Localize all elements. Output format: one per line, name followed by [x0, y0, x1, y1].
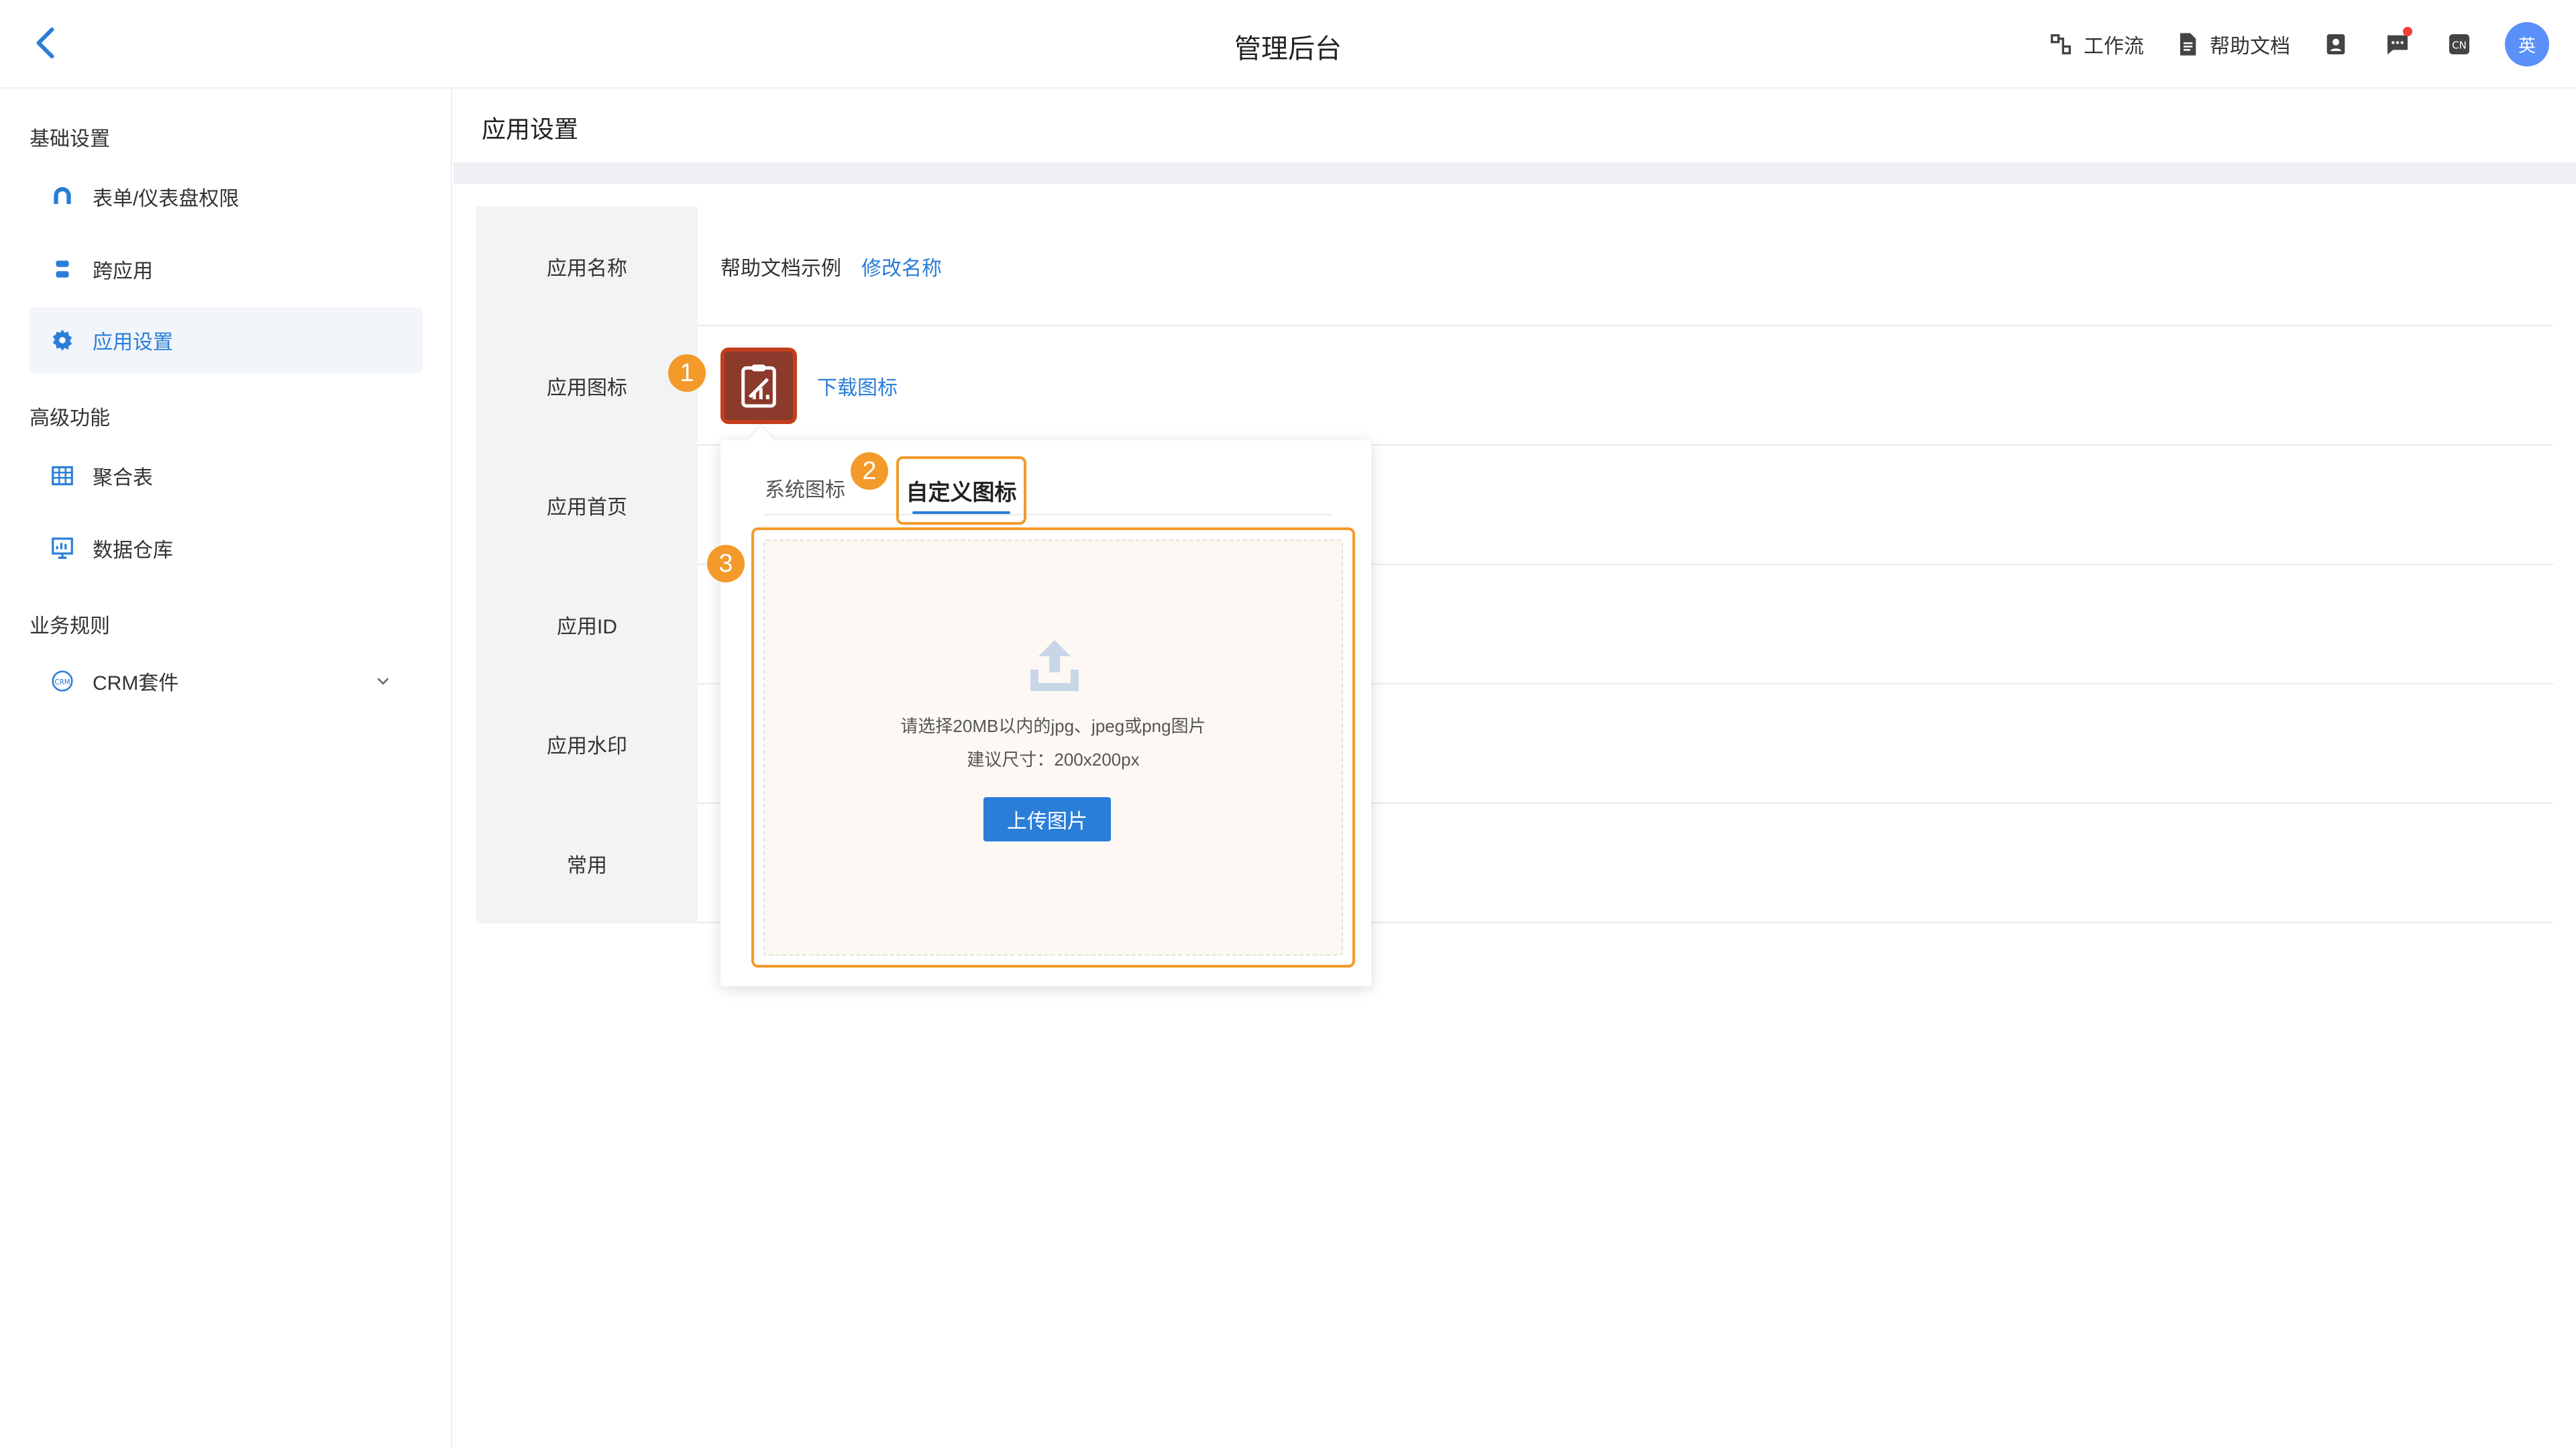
upload-dropzone[interactable]: 请选择20MB以内的jpg、jpeg或png图片 建议尺寸：200x200px …	[763, 539, 1343, 955]
sidebar-item-aggregate-table[interactable]: 聚合表	[30, 443, 423, 509]
active-tab-indicator	[912, 511, 1010, 514]
back-button[interactable]	[27, 23, 67, 63]
sidebar-item-label: 应用设置	[93, 331, 173, 354]
gear-icon	[52, 329, 72, 351]
download-icon-link[interactable]: 下载图标	[817, 371, 898, 401]
row-label: 常用	[476, 804, 698, 923]
upload-highlight-frame: 请选择20MB以内的jpg、jpeg或png图片 建议尺寸：200x200px …	[751, 527, 1355, 968]
language-button[interactable]: CN	[2443, 28, 2475, 60]
workflow-icon	[2051, 34, 2071, 54]
upload-hint-text: 请选择20MB以内的jpg、jpeg或png图片	[900, 716, 1206, 736]
sidebar: 基础设置 表单/仪表盘权限 跨应用 应用设置 高级功能 聚合表 数据仓库 业务规…	[0, 89, 452, 1448]
sidebar-item-label: 表单/仪表盘权限	[93, 188, 239, 210]
sidebar-item-label: CRM套件	[93, 672, 179, 694]
row-label: 应用首页	[476, 446, 698, 565]
messages-button[interactable]	[2381, 27, 2414, 60]
sidebar-item-label: 数据仓库	[93, 539, 173, 562]
sidebar-item-label: 跨应用	[93, 260, 153, 282]
tab-custom-label: 自定义图标	[906, 480, 1017, 505]
upload-image-button[interactable]: 上传图片	[983, 797, 1111, 841]
top-right-actions: 工作流 帮助文档 CN 英	[2047, 20, 2549, 68]
row-label: 应用图标	[476, 326, 698, 446]
icon-picker-popover: 系统图标 自定义图标 请选择20MB以内的jpg、jpeg或png图片 建议尺寸…	[720, 427, 1371, 986]
cross-app-icon	[56, 260, 69, 278]
workflow-label: 工作流	[2084, 36, 2144, 58]
upload-size-text: 建议尺寸：200x200px	[967, 749, 1140, 770]
language-cn-icon: CN	[2449, 34, 2469, 54]
data-warehouse-icon	[52, 537, 73, 559]
sidebar-group-title: 基础设置	[30, 128, 110, 150]
tab-custom-icon[interactable]: 自定义图标	[896, 456, 1026, 525]
app-name-value: 帮助文档示例	[720, 258, 841, 280]
user-avatar[interactable]: 英	[2505, 22, 2549, 66]
top-bar: 管理后台 工作流 帮助文档 CN 英	[0, 0, 2576, 89]
svg-text:CN: CN	[2452, 40, 2467, 52]
step-marker-2: 2	[851, 452, 888, 490]
sidebar-item-data-warehouse[interactable]: 数据仓库	[30, 515, 423, 581]
svg-text:CRM: CRM	[54, 678, 70, 686]
contacts-button[interactable]	[2320, 28, 2352, 60]
workflow-link[interactable]: 工作流	[2047, 30, 2144, 59]
sidebar-item-cross-app[interactable]: 跨应用	[30, 236, 423, 302]
notification-dot	[2403, 27, 2412, 36]
help-docs-label: 帮助文档	[2210, 36, 2290, 58]
rename-link[interactable]: 修改名称	[861, 252, 942, 281]
sidebar-item-label: 聚合表	[93, 467, 153, 489]
row-label: 应用ID	[476, 565, 698, 684]
clipboard-chart-icon	[741, 364, 776, 408]
form-row-app-name: 应用名称 帮助文档示例 修改名称	[476, 207, 2553, 326]
sidebar-group-title: 业务规则	[30, 615, 110, 637]
chevron-left-icon	[36, 28, 54, 58]
row-label: 应用水印	[476, 684, 698, 804]
permission-icon	[54, 187, 71, 205]
step-marker-3: 3	[707, 545, 745, 582]
app-icon-button[interactable]	[720, 348, 797, 424]
chevron-down-icon[interactable]	[373, 671, 393, 691]
contact-card-icon	[2326, 34, 2345, 54]
form-row-app-icon: 应用图标 下载图标	[476, 326, 2553, 446]
icon-tabs: 系统图标 自定义图标	[765, 456, 1332, 525]
step-marker-1: 1	[668, 354, 706, 392]
sidebar-item-app-settings[interactable]: 应用设置	[30, 307, 423, 373]
table-icon	[52, 466, 73, 486]
row-label: 应用名称	[476, 207, 698, 326]
crm-icon: CRM	[52, 670, 73, 692]
sidebar-item-crm-suite[interactable]: CRM CRM套件	[30, 648, 423, 714]
page-title: 应用设置	[482, 115, 579, 143]
sidebar-group-title: 高级功能	[30, 407, 110, 429]
sidebar-item-form-permissions[interactable]: 表单/仪表盘权限	[30, 164, 423, 229]
document-icon	[2180, 33, 2196, 56]
upload-icon	[1030, 640, 1079, 691]
help-docs-link[interactable]: 帮助文档	[2174, 30, 2290, 59]
tab-system-icon[interactable]: 系统图标	[765, 460, 845, 515]
divider-band	[453, 162, 2576, 184]
